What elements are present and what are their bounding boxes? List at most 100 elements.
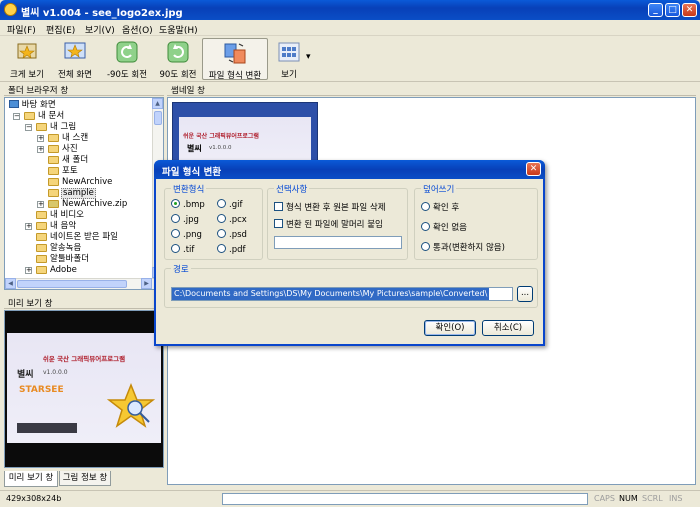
tree-node-my-pictures[interactable]: − 내 그림 [25, 122, 155, 133]
tree-node-label: 내 음악 [50, 221, 77, 231]
thumbnail-card[interactable]: 쉬운 국산 그래픽뷰어프로그램 별씨 v1.0.0.0 [172, 102, 318, 166]
format-option-pdf[interactable]: .pdf [217, 244, 246, 256]
rotate-right-button[interactable]: 90도 회전 [155, 38, 201, 80]
tree-node-label: 내 스캔 [62, 133, 89, 143]
format-option-psd[interactable]: .psd [217, 229, 247, 241]
option-label: 형식 변환 후 원본 파일 삭제 [286, 203, 386, 213]
tree-node-my-music[interactable]: + 내 음악 [25, 221, 155, 232]
menu-edit[interactable]: 편집(E) [46, 23, 75, 36]
format-option-jpg[interactable]: .jpg [171, 214, 199, 226]
rotate-left-icon [116, 41, 138, 63]
tree-node-label: 새 폴더 [62, 155, 89, 165]
zoom-view-label: 크게 보기 [10, 70, 44, 80]
tree-node-alsong[interactable]: 알송녹음 [25, 243, 155, 254]
add-prefix-checkbox[interactable]: 변환 된 파일에 말머리 붙임 [274, 219, 383, 231]
tree-node-adobe[interactable]: + Adobe [25, 265, 155, 276]
scroll-up-icon[interactable]: ▲ [152, 98, 163, 109]
tree-node-photo[interactable]: 포토 [37, 166, 152, 177]
view-mode-dropdown-icon[interactable]: ▾ [306, 52, 311, 62]
dialog-title: 파일 형식 변환 [162, 167, 222, 178]
checkbox-icon [274, 219, 283, 228]
scroll-thumb[interactable] [154, 111, 162, 125]
rotate-left-button[interactable]: -90도 회전 [104, 38, 150, 80]
format-option-pcx[interactable]: .pcx [217, 214, 247, 226]
overwrite-confirm-radio[interactable]: 확인 후 [421, 202, 459, 214]
status-bar: 429x308x24b CAPS NUM SCRL INS [0, 490, 700, 507]
tree-node-new-folder[interactable]: 새 폴더 [37, 155, 152, 166]
radio-icon [217, 214, 226, 223]
tree-node-desktop[interactable]: 바탕 화면 [9, 100, 56, 111]
preview-version: v1.0.0.0 [43, 369, 68, 376]
tab-image-info[interactable]: 그림 정보 창 [59, 471, 111, 486]
path-input[interactable]: C:\Documents and Settings\DS\My Document… [171, 287, 513, 301]
overwrite-skip-radio[interactable]: 통과(변환하지 않음) [421, 242, 505, 254]
option-label: 확인 없음 [433, 223, 467, 233]
fullscreen-button[interactable]: 전체 화면 [52, 38, 98, 80]
tree-node-my-documents[interactable]: − 내 문서 [13, 111, 153, 122]
format-option-gif[interactable]: .gif [217, 199, 242, 211]
folder-tree[interactable]: 바탕 화면 − 내 문서 − 내 그림 + 내 스캔 + 사진 새 폴더 포토 NewA… [4, 97, 164, 290]
menu-options[interactable]: 옵션(O) [122, 23, 153, 36]
folder-open-icon [36, 123, 47, 131]
expand-icon[interactable]: + [37, 146, 44, 153]
format-option-bmp[interactable]: .bmp [171, 199, 205, 211]
scroll-thumb[interactable] [17, 280, 127, 288]
browse-button[interactable]: ... [517, 286, 533, 302]
menu-help[interactable]: 도움말(H) [159, 23, 198, 36]
dialog-close-button[interactable]: ✕ [526, 162, 541, 176]
thumbnail-image: 쉬운 국산 그래픽뷰어프로그램 별씨 v1.0.0.0 [179, 117, 311, 165]
tree-node-label: 알송녹음 [50, 243, 82, 253]
tree-node-label: 알툴바폴더 [50, 254, 90, 264]
zoom-view-icon [17, 43, 37, 59]
expand-icon[interactable]: + [25, 223, 32, 230]
view-mode-label: 보기 [281, 70, 297, 80]
tree-node-altoolbar[interactable]: 알툴바폴더 [25, 254, 155, 265]
star-logo-icon [107, 383, 155, 428]
tree-node-label: NewArchive.zip [62, 199, 128, 209]
collapse-icon[interactable]: − [13, 113, 20, 120]
tab-preview[interactable]: 미리 보기 창 [4, 471, 58, 487]
maximize-button[interactable]: □ [665, 3, 680, 17]
zoom-view-button[interactable]: 크게 보기 [4, 38, 50, 80]
folder-icon [48, 156, 59, 164]
convert-format-button[interactable]: 파일 형식 변환 [202, 38, 268, 81]
overwrite-no-confirm-radio[interactable]: 확인 없음 [421, 222, 467, 234]
tree-node-my-scans[interactable]: + 내 스캔 [37, 133, 152, 144]
menu-view[interactable]: 보기(V) [85, 23, 115, 36]
expand-icon[interactable]: + [37, 201, 44, 208]
menu-file[interactable]: 파일(F) [7, 23, 36, 36]
path-input-value: C:\Documents and Settings\DS\My Document… [172, 288, 490, 300]
radio-icon [421, 242, 430, 251]
tree-node-my-videos[interactable]: 내 비디오 [25, 210, 155, 221]
tree-node-newarchive[interactable]: NewArchive [37, 177, 152, 188]
expand-icon[interactable]: + [25, 267, 32, 274]
folder-icon [48, 134, 59, 142]
format-option-png[interactable]: .png [171, 229, 202, 241]
collapse-icon[interactable]: − [25, 124, 32, 131]
path-group: 경로 C:\Documents and Settings\DS\My Docum… [164, 263, 538, 308]
scroll-right-icon[interactable]: ▶ [141, 278, 152, 289]
preview-footer-block [17, 423, 77, 433]
delete-original-checkbox[interactable]: 형식 변환 후 원본 파일 삭제 [274, 202, 386, 214]
folder-icon [36, 211, 47, 219]
scroll-left-icon[interactable]: ◀ [5, 278, 16, 289]
view-mode-icon [278, 42, 300, 62]
prefix-input[interactable] [274, 236, 402, 249]
tree-node-sample[interactable]: sample [37, 188, 152, 199]
tree-node-nateon[interactable]: 네이트온 받은 파일 [25, 232, 155, 243]
tree-node-photos[interactable]: + 사진 [37, 144, 152, 155]
folder-icon [48, 167, 59, 175]
close-button[interactable]: ✕ [682, 3, 697, 17]
tree-node-newarchive-zip[interactable]: + NewArchive.zip [37, 199, 152, 210]
view-mode-button[interactable]: 보기 [272, 38, 306, 80]
cancel-button[interactable]: 취소(C) [482, 320, 534, 336]
status-caps: CAPS [594, 494, 615, 503]
minimize-button[interactable]: _ [648, 3, 663, 17]
ok-button[interactable]: 확인(O) [424, 320, 476, 336]
thumbnail-version: v1.0.0.0 [209, 145, 232, 151]
tree-horizontal-scrollbar[interactable]: ◀ ▶ [5, 278, 163, 289]
toolbar: 크게 보기 전체 화면 -90도 회전 90도 회전 파일 형식 변환 보기 ▾ [0, 36, 700, 82]
options-group: 선택사항 형식 변환 후 원본 파일 삭제 변환 된 파일에 말머리 붙임 [267, 183, 408, 260]
format-option-tif[interactable]: .tif [171, 244, 194, 256]
expand-icon[interactable]: + [37, 135, 44, 142]
